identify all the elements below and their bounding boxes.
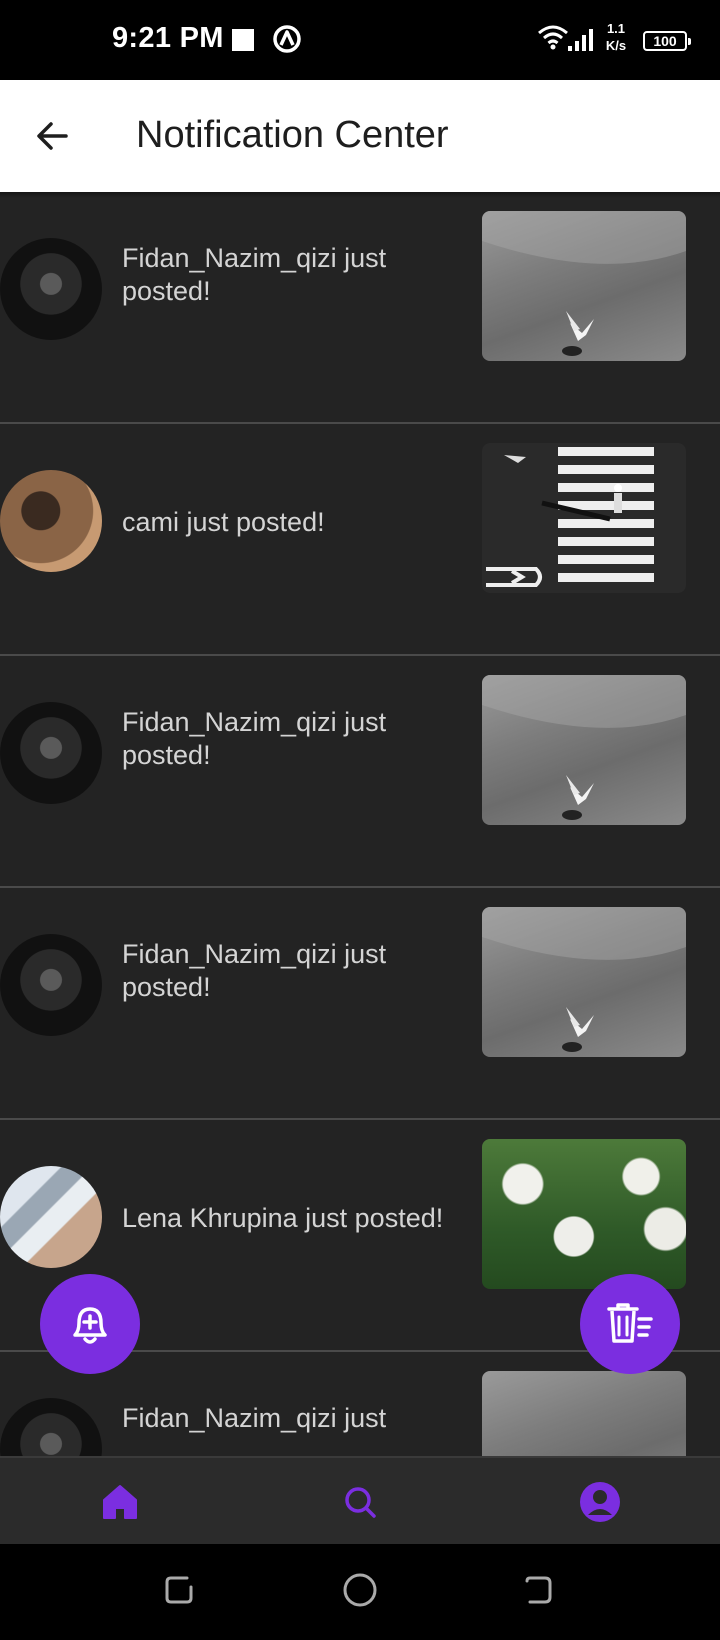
network-speed: 1.1 K/s [602,20,630,54]
avatar[interactable] [0,238,102,340]
network-speed-unit: K/s [605,38,627,53]
signal-icon [568,29,593,51]
post-thumbnail[interactable] [482,1139,686,1289]
avatar[interactable] [0,1166,102,1268]
system-back-button[interactable] [516,1568,560,1612]
notification-item[interactable]: Fidan_Nazim_qizi just posted! [0,192,720,424]
notification-item[interactable]: Fidan_Nazim_qizi just posted! [0,656,720,888]
wifi-icon [538,25,568,50]
seagull-image [482,675,686,820]
avatar[interactable] [0,702,102,804]
notification-text: Fidan_Nazim_qizi just posted! [122,707,387,770]
back-button[interactable] [26,110,78,162]
notification-item[interactable]: cami just posted! [0,424,720,656]
notification-text: Fidan_Nazim_qizi just posted! [122,939,387,1002]
circle-home-icon [343,1573,377,1607]
avatar[interactable] [0,1398,102,1456]
back-gesture-icon [525,1576,552,1604]
network-speed-value: 1.1 [606,21,626,36]
battery-icon: 100 [643,31,691,51]
app-header: Notification Center [0,80,720,192]
post-thumbnail[interactable] [482,907,686,1057]
avatar[interactable] [0,934,102,1036]
crosswalk-image [486,447,654,587]
seagull-image [482,211,686,356]
recent-apps-button[interactable] [158,1568,202,1612]
notification-item[interactable]: Fidan_Nazim_qizi just posted! [0,888,720,1120]
post-thumbnail[interactable] [482,675,686,825]
clear-notifications-button[interactable] [580,1274,680,1374]
arrow-left-icon [37,122,68,150]
notification-list[interactable]: Fidan_Nazim_qizi just posted! cami just … [0,192,720,1456]
system-home-button[interactable] [338,1568,382,1612]
nav-home-button[interactable] [94,1476,146,1528]
notification-square-icon [232,29,254,51]
subscribe-notifications-button[interactable] [40,1274,140,1374]
home-icon [103,1485,137,1519]
bell-plus-icon [73,1307,107,1344]
seagull-image [482,907,686,1052]
notification-text: Fidan_Nazim_qizi just [122,1403,387,1433]
status-time: 9:21 PM [112,22,224,54]
nav-search-button[interactable] [334,1476,386,1528]
notification-text: Fidan_Nazim_qizi just posted! [122,243,387,306]
nav-profile-button[interactable] [574,1476,626,1528]
at-sign-icon [273,25,301,53]
status-bar: 9:21 PM 1.1 K/s 100 [0,0,720,80]
avatar[interactable] [0,470,102,572]
search-icon [345,1487,376,1518]
trash-list-icon [607,1303,653,1343]
notification-text: Lena Khrupina just posted! [122,1203,444,1233]
post-thumbnail[interactable] [482,1371,686,1456]
post-thumbnail[interactable] [482,211,686,361]
recent-apps-icon [165,1576,193,1604]
notification-text: cami just posted! [122,507,325,537]
post-thumbnail[interactable] [482,443,686,593]
profile-icon [580,1482,620,1522]
bottom-navigation [0,1456,720,1544]
page-title: Notification Center [136,114,449,156]
system-navigation [0,1544,720,1640]
